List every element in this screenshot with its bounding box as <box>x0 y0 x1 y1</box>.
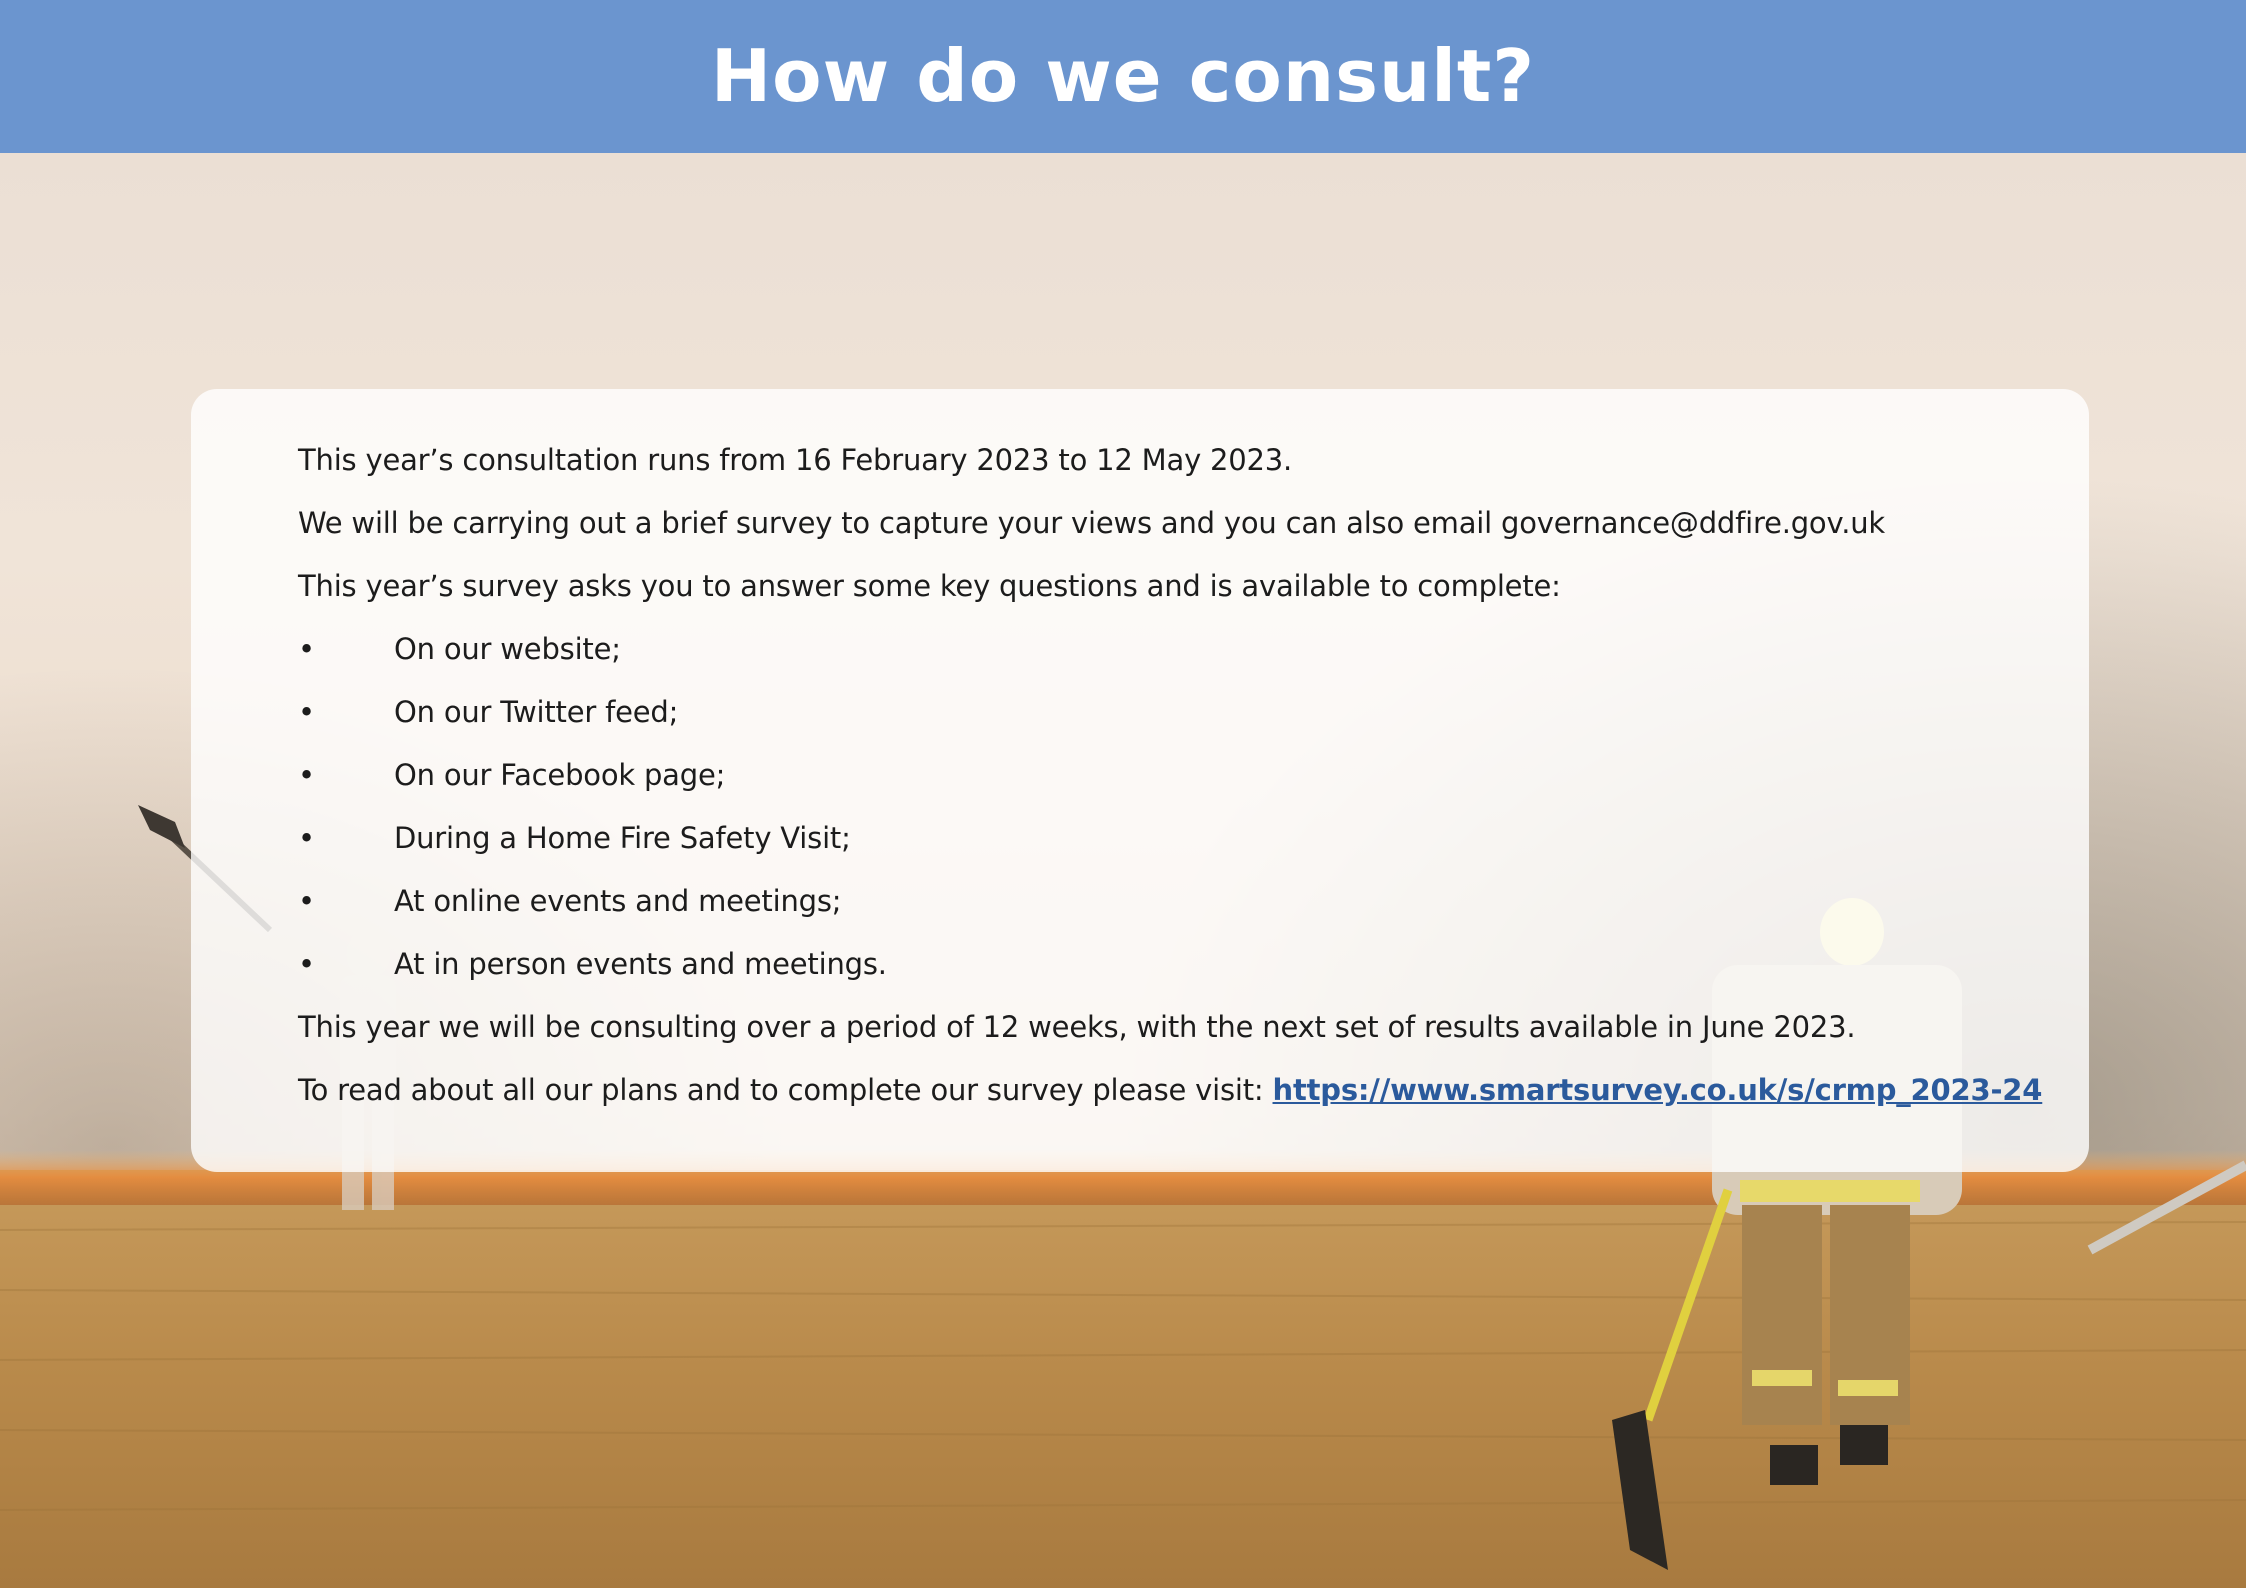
list-item: • On our website; <box>298 618 2089 681</box>
visit-survey-line: To read about all our plans and to compl… <box>298 1059 2089 1122</box>
page-title: How do we consult? <box>710 34 1536 118</box>
visit-prefix-text: To read about all our plans and to compl… <box>298 1073 1273 1107</box>
list-item-text: On our Facebook page; <box>394 758 726 792</box>
list-item: • At in person events and meetings. <box>298 933 2089 996</box>
list-item: • During a Home Fire Safety Visit; <box>298 807 2089 870</box>
list-item: • On our Facebook page; <box>298 744 2089 807</box>
list-item-text: On our Twitter feed; <box>394 695 679 729</box>
list-item-text: At online events and meetings; <box>394 884 842 918</box>
list-item-text: During a Home Fire Safety Visit; <box>394 821 851 855</box>
list-item-text: At in person events and meetings. <box>394 947 887 981</box>
page: How do we consult? This year’s consultat… <box>0 0 2246 1588</box>
list-item: • At online events and meetings; <box>298 870 2089 933</box>
survey-link[interactable]: https://www.smartsurvey.co.uk/s/crmp_202… <box>1273 1073 2043 1107</box>
bullet-marker: • <box>298 695 315 729</box>
list-item: • On our Twitter feed; <box>298 681 2089 744</box>
consultation-dates-text: This year’s consultation runs from 16 Fe… <box>298 443 1293 477</box>
bullet-marker: • <box>298 632 315 666</box>
bullet-marker: • <box>298 884 315 918</box>
survey-email-text: We will be carrying out a brief survey t… <box>298 506 1885 540</box>
survey-availability-text: This year’s survey asks you to answer so… <box>298 569 1561 603</box>
bullet-marker: • <box>298 947 315 981</box>
bullet-marker: • <box>298 758 315 792</box>
consultation-period-text: This year we will be consulting over a p… <box>298 1010 1856 1044</box>
list-item-text: On our website; <box>394 632 621 666</box>
bullet-marker: • <box>298 821 315 855</box>
consultation-info-card: This year’s consultation runs from 16 Fe… <box>191 389 2089 1172</box>
